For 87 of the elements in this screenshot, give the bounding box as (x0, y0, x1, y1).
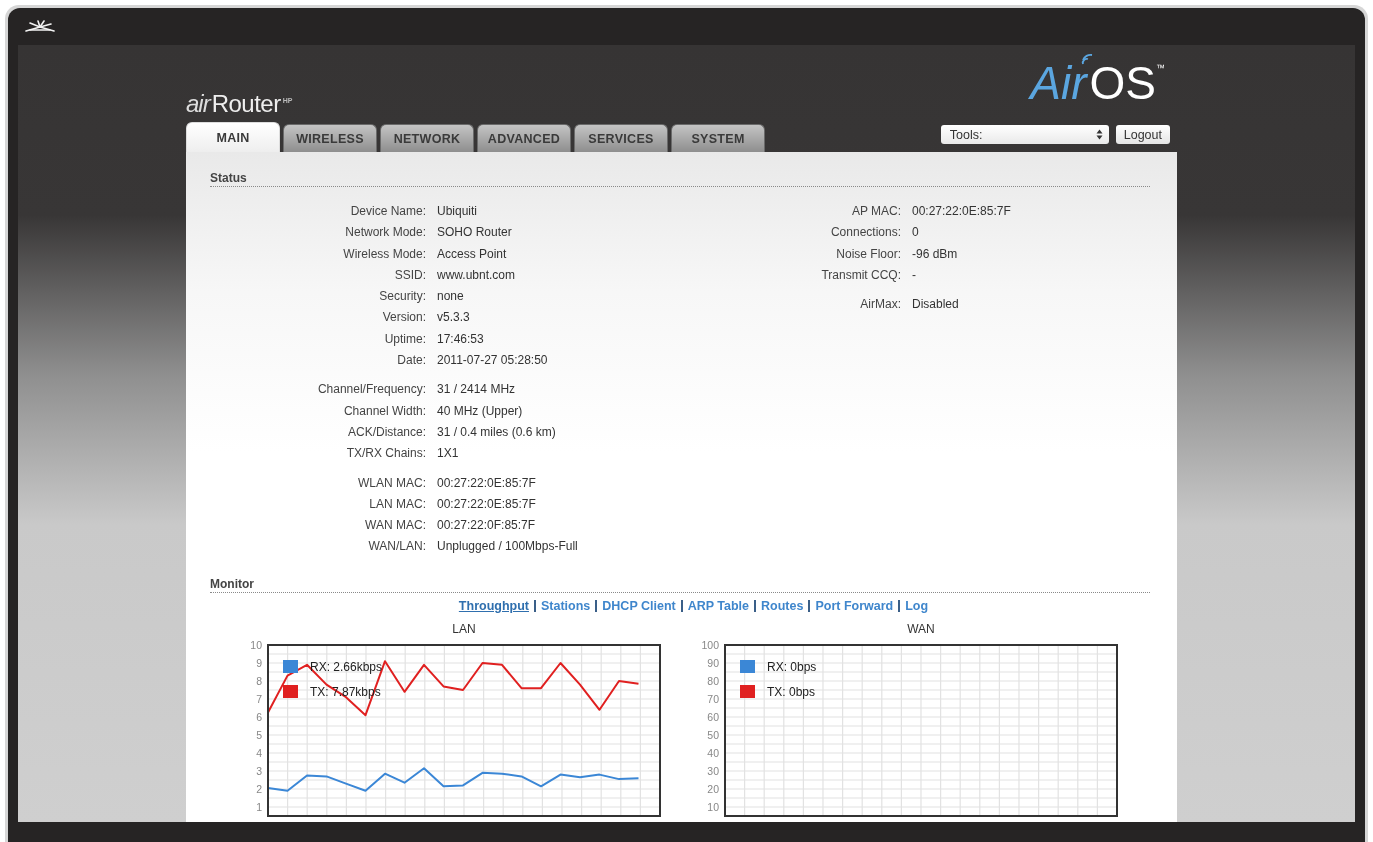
field-label: AP MAC: (850, 203, 901, 220)
field-value: Unplugged / 100Mbps-Full (437, 538, 579, 556)
field-value: 00:27:22:0E:85:7F (912, 203, 1011, 220)
nav-tab[interactable]: WIRELESS (283, 124, 377, 152)
monitor-link[interactable]: Port Forward (815, 598, 894, 613)
nav-tab[interactable]: MAIN (186, 122, 280, 152)
field-value: Ubiquiti (437, 203, 479, 220)
field-value: 00:27:22:0E:85:7F (437, 495, 537, 513)
product-logo: AirOS™ (1030, 61, 1165, 105)
field-label: SSID: (393, 266, 426, 284)
monitor-link[interactable]: Throughput (458, 598, 529, 613)
updown-arrows-icon (1095, 129, 1103, 140)
field-value: - (912, 266, 917, 284)
field-value: 0 (912, 224, 920, 242)
field-value: v5.3.3 (437, 309, 471, 327)
antenna-logo-icon (24, 19, 56, 34)
tick-label: 9 (256, 656, 262, 669)
tick-label: 2 (256, 782, 262, 795)
logout-button[interactable]: Logout (1115, 125, 1170, 144)
field-value: 00:27:22:0F:85:7F (437, 517, 537, 535)
field-label: Version: (381, 309, 426, 327)
monitor-link[interactable]: Stations (541, 598, 591, 613)
tick-label: 6 (256, 710, 262, 723)
tick-label: 7 (256, 692, 262, 705)
field-value: 17:46:53 (437, 330, 485, 348)
tick-label: 10 (707, 800, 719, 813)
tick-label: 10 (250, 638, 262, 651)
tick-label: 70 (707, 692, 719, 705)
field-label: ACK/Distance: (346, 423, 426, 441)
field-label: WLAN MAC: (357, 474, 426, 492)
field-value: Disabled (912, 296, 960, 314)
field-label: Channel/Frequency: (316, 381, 426, 399)
tick-label: 5 (256, 728, 262, 741)
field-value: Access Point (437, 245, 508, 263)
nav-tab[interactable]: SYSTEM (671, 124, 765, 152)
legend-label: TX: 0bps (767, 684, 816, 699)
monitor-link[interactable]: Routes (761, 598, 804, 613)
field-label: WAN/LAN: (367, 538, 426, 556)
field-label: Uptime: (383, 330, 426, 348)
tick-label: 40 (707, 746, 719, 759)
tick-label: 8 (256, 674, 262, 687)
chart-title: WAN (907, 621, 935, 636)
monitor-link[interactable]: ARP Table (687, 598, 750, 613)
section-heading: Monitor (210, 575, 254, 592)
field-label: Date: (396, 352, 426, 370)
legend-label: RX: 2.66kbps (310, 659, 383, 674)
field-label: Transmit CCQ: (820, 266, 901, 284)
tick-label: 60 (707, 710, 719, 723)
field-value: 1X1 (437, 445, 460, 463)
field-label: AirMax: (859, 296, 901, 314)
field-label: Noise Floor: (835, 245, 901, 263)
nav-tab[interactable]: NETWORK (380, 124, 474, 152)
tick-label: 80 (707, 674, 719, 687)
field-label: WAN MAC: (364, 517, 426, 535)
field-label: Channel Width: (342, 402, 426, 420)
field-value: SOHO Router (437, 224, 513, 242)
tick-label: 1 (256, 800, 262, 813)
monitor-link[interactable]: Log (905, 598, 929, 613)
tick-label: 90 (707, 656, 719, 669)
legend-label: RX: 0bps (767, 659, 817, 674)
nav-tab[interactable]: SERVICES (574, 124, 668, 152)
tick-label: 50 (707, 728, 719, 741)
field-label: Connections: (829, 224, 901, 242)
tick-label: 100 (701, 638, 719, 651)
monitor-link[interactable]: DHCP Client (602, 598, 676, 613)
section-heading: Status (210, 170, 247, 186)
field-value: none (437, 288, 465, 306)
field-value: 31 / 0.4 miles (0.6 km) (437, 423, 557, 441)
field-value: 31 / 2414 MHz (437, 381, 517, 399)
field-label: Network Mode: (344, 224, 426, 242)
field-label: TX/RX Chains: (345, 445, 426, 463)
tick-label: 30 (707, 764, 719, 777)
field-value: www.ubnt.com (437, 266, 517, 284)
field-value: 2011-07-27 05:28:50 (437, 352, 549, 370)
field-label: Wireless Mode: (342, 245, 426, 263)
chart-title: LAN (452, 621, 476, 636)
field-label: Security: (378, 288, 426, 306)
field-value: 00:27:22:0E:85:7F (437, 474, 537, 492)
tools-dropdown[interactable]: Tools: (940, 125, 1109, 144)
field-value: -96 dBm (912, 245, 959, 263)
field-value: 40 MHz (Upper) (437, 402, 524, 420)
tick-label: 4 (256, 746, 262, 759)
nav-tab[interactable]: ADVANCED (477, 124, 571, 152)
tick-label: 3 (256, 764, 262, 777)
field-label: LAN MAC: (368, 495, 426, 513)
field-label: Device Name: (349, 203, 426, 220)
tick-label: 20 (707, 782, 719, 795)
